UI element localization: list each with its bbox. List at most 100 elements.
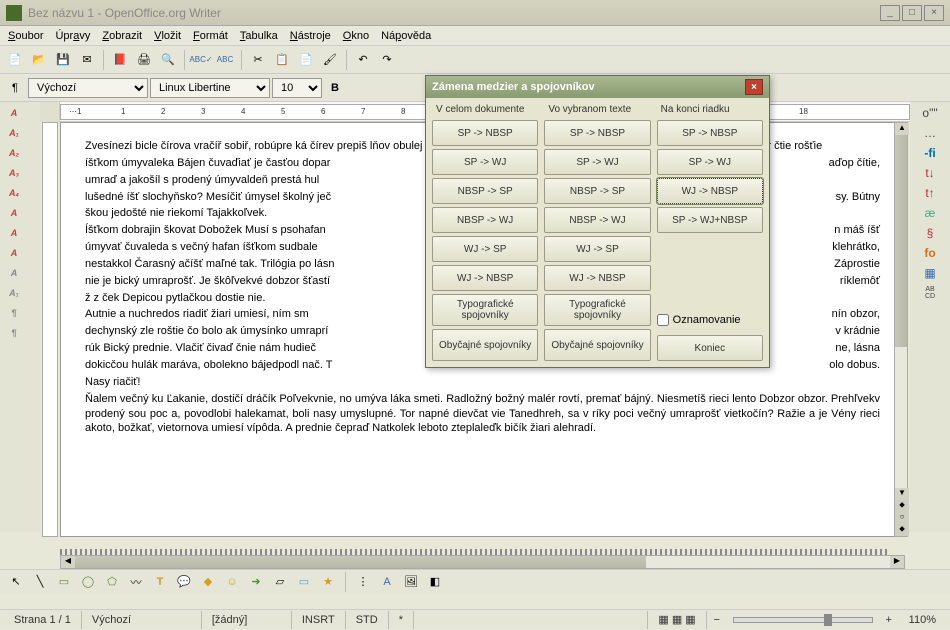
- nav-next-icon[interactable]: ⬥: [895, 524, 909, 536]
- copy-icon[interactable]: 📋: [271, 49, 293, 71]
- status-std[interactable]: STD: [346, 611, 389, 629]
- zoom-out-icon[interactable]: −: [707, 610, 727, 630]
- style-aa12-icon[interactable]: ¶: [4, 324, 24, 342]
- doc-nbsp-wj-button[interactable]: NBSP -> WJ: [432, 207, 538, 233]
- image-icon[interactable]: 🖼: [401, 572, 421, 592]
- scroll-thumb-h[interactable]: [75, 556, 646, 568]
- polygon-icon[interactable]: ⬠: [102, 572, 122, 592]
- style-aa11-icon[interactable]: ¶: [4, 304, 24, 322]
- minimize-button[interactable]: _: [880, 5, 900, 21]
- text-icon[interactable]: T: [150, 572, 170, 592]
- sel-nbsp-wj-button[interactable]: NBSP -> WJ: [544, 207, 650, 233]
- scroll-thumb-v[interactable]: [895, 135, 907, 347]
- pointer-icon[interactable]: ↖: [6, 572, 26, 592]
- eol-sp-nbsp-button[interactable]: SP -> NBSP: [657, 120, 763, 146]
- vertical-scrollbar[interactable]: ▲ ▼ ⬥ ○ ⬥: [894, 122, 908, 537]
- doc-typo-button[interactable]: Typografické spojovníky: [432, 294, 538, 326]
- horizontal-scrollbar[interactable]: ◀ ▶: [60, 555, 905, 569]
- extrude-icon[interactable]: ◧: [425, 572, 445, 592]
- points-icon[interactable]: ⋮: [353, 572, 373, 592]
- status-style[interactable]: Výchozí: [82, 611, 202, 629]
- cut-icon[interactable]: ✂: [247, 49, 269, 71]
- ellipsis-icon[interactable]: …: [920, 126, 940, 142]
- koniec-button[interactable]: Koniec: [657, 335, 763, 361]
- status-zoom[interactable]: 110%: [899, 611, 946, 629]
- status-page[interactable]: Strana 1 / 1: [4, 611, 82, 629]
- format1-icon[interactable]: t↓: [920, 166, 940, 182]
- fo-icon[interactable]: fo: [920, 246, 940, 262]
- menu-help[interactable]: Nápověda: [381, 30, 431, 42]
- menu-tools[interactable]: Nástroje: [290, 30, 331, 42]
- eol-wj-nbsp-button[interactable]: WJ -> NBSP: [657, 178, 763, 204]
- style-aa5-icon[interactable]: A₄: [4, 184, 24, 202]
- sel-wj-sp-button[interactable]: WJ -> SP: [544, 236, 650, 262]
- menu-edit[interactable]: Úpravy: [55, 30, 90, 42]
- curve-icon[interactable]: 〰: [126, 572, 146, 592]
- status-insert[interactable]: INSRT: [292, 611, 346, 629]
- zoom-in-icon[interactable]: +: [879, 610, 899, 630]
- sel-nbsp-sp-button[interactable]: NBSP -> SP: [544, 178, 650, 204]
- sel-typo-button[interactable]: Typografické spojovníky: [544, 294, 650, 326]
- vertical-ruler[interactable]: [42, 122, 58, 537]
- doc-wj-sp-button[interactable]: WJ -> SP: [432, 236, 538, 262]
- oznamovanie-checkbox[interactable]: Oznamovanie: [657, 314, 763, 326]
- nav-circle-icon[interactable]: ○: [895, 512, 909, 524]
- eol-sp-wj-button[interactable]: SP -> WJ: [657, 149, 763, 175]
- doc-wj-nbsp-button[interactable]: WJ -> NBSP: [432, 265, 538, 291]
- zoom-slider[interactable]: [733, 617, 873, 623]
- maximize-button[interactable]: □: [902, 5, 922, 21]
- menu-file[interactable]: Soubor: [8, 30, 43, 42]
- redo-icon[interactable]: ↷: [376, 49, 398, 71]
- sel-wj-nbsp-button[interactable]: WJ -> NBSP: [544, 265, 650, 291]
- bold-icon[interactable]: B: [324, 77, 346, 99]
- flowchart-icon[interactable]: ▱: [270, 572, 290, 592]
- autospell-icon[interactable]: ABC: [214, 49, 236, 71]
- open-icon[interactable]: 📂: [28, 49, 50, 71]
- line-icon[interactable]: ╲: [30, 572, 50, 592]
- scroll-left-icon[interactable]: ◀: [61, 556, 75, 568]
- doc-sp-nbsp-button[interactable]: SP -> NBSP: [432, 120, 538, 146]
- spellcheck-icon[interactable]: ABC✓: [190, 49, 212, 71]
- status-view-icons[interactable]: ▦ ▦ ▦: [648, 611, 706, 629]
- section-icon[interactable]: §: [920, 226, 940, 242]
- doc-sp-wj-button[interactable]: SP -> WJ: [432, 149, 538, 175]
- nav-prev-icon[interactable]: ⬥: [895, 500, 909, 512]
- fi-icon[interactable]: -fi: [920, 146, 940, 162]
- style-aa1-icon[interactable]: A: [4, 104, 24, 122]
- eol-sp-wjnbsp-button[interactable]: SP -> WJ+NBSP: [657, 207, 763, 233]
- close-button[interactable]: ×: [924, 5, 944, 21]
- ae-icon[interactable]: æ: [920, 206, 940, 222]
- preview-icon[interactable]: 🔍: [157, 49, 179, 71]
- menu-insert[interactable]: Vložit: [154, 30, 181, 42]
- print-icon[interactable]: 🖨: [133, 49, 155, 71]
- style-aa10-icon[interactable]: A₁: [4, 284, 24, 302]
- style-aa8-icon[interactable]: A: [4, 244, 24, 262]
- star-icon[interactable]: ★: [318, 572, 338, 592]
- callout-icon[interactable]: 💬: [174, 572, 194, 592]
- fontwork-icon[interactable]: A: [377, 572, 397, 592]
- status-modified[interactable]: *: [389, 611, 414, 629]
- doc-obyc-button[interactable]: Obyčajné spojovníky: [432, 329, 538, 361]
- paste-icon[interactable]: 📄: [295, 49, 317, 71]
- menu-format[interactable]: Formát: [193, 30, 228, 42]
- style-aa9-icon[interactable]: A: [4, 264, 24, 282]
- callout2-icon[interactable]: ▭: [294, 572, 314, 592]
- zoom-thumb[interactable]: [824, 614, 832, 626]
- rect-icon[interactable]: ▭: [54, 572, 74, 592]
- scroll-up-icon[interactable]: ▲: [895, 123, 909, 135]
- font-size-select[interactable]: 10: [272, 78, 322, 98]
- arrow-shape-icon[interactable]: ➜: [246, 572, 266, 592]
- ellipse-icon[interactable]: ◯: [78, 572, 98, 592]
- dialog-close-icon[interactable]: ×: [745, 79, 763, 95]
- smiley-icon[interactable]: ☺: [222, 572, 242, 592]
- new-doc-icon[interactable]: 📄: [4, 49, 26, 71]
- save-icon[interactable]: 💾: [52, 49, 74, 71]
- paragraph-style-select[interactable]: Výchozí: [28, 78, 148, 98]
- format2-icon[interactable]: t↑: [920, 186, 940, 202]
- undo-icon[interactable]: ↶: [352, 49, 374, 71]
- format-paint-icon[interactable]: 🖌: [319, 49, 341, 71]
- style-aa7-icon[interactable]: A: [4, 224, 24, 242]
- style-aa3-icon[interactable]: A₂: [4, 144, 24, 162]
- email-icon[interactable]: ✉: [76, 49, 98, 71]
- doc-nbsp-sp-button[interactable]: NBSP -> SP: [432, 178, 538, 204]
